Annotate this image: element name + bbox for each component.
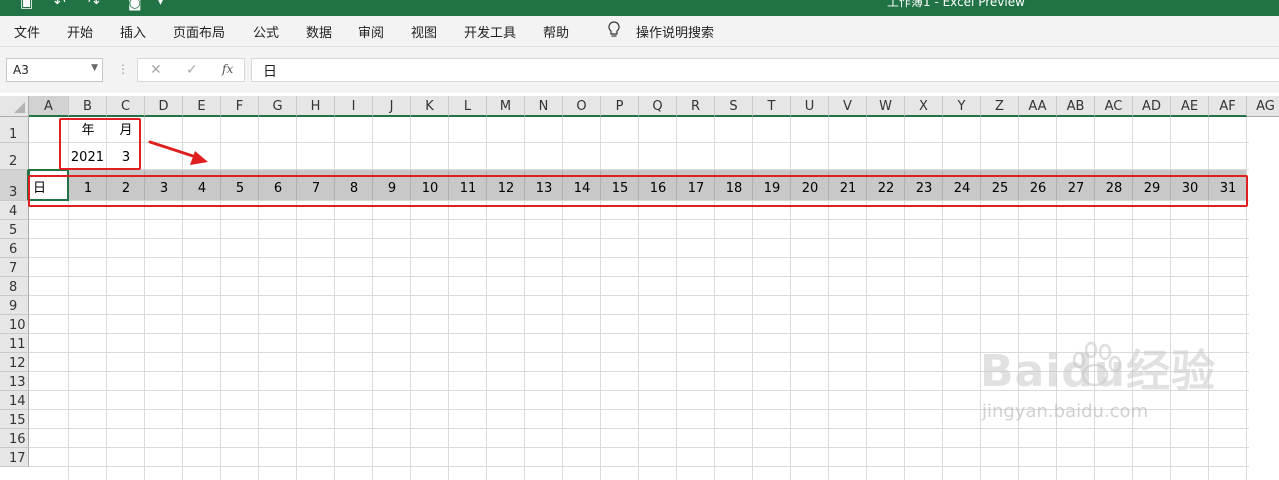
customize-qat-icon[interactable]: ▾: [158, 0, 163, 8]
tab-insert[interactable]: 插入: [120, 22, 146, 41]
highlight-days-row-box: [28, 175, 1248, 207]
row-header-1[interactable]: 1: [0, 117, 29, 143]
column-header-g[interactable]: G: [259, 96, 297, 117]
select-all-button[interactable]: [0, 96, 29, 117]
row-header-4[interactable]: 4: [0, 201, 29, 220]
row-header-9[interactable]: 9: [0, 296, 29, 315]
column-header-aa[interactable]: AA: [1019, 96, 1057, 117]
column-header-r[interactable]: R: [677, 96, 715, 117]
row-header-11[interactable]: 11: [0, 334, 29, 353]
gridline-horizontal: [29, 295, 1249, 296]
row-header-12[interactable]: 12: [0, 353, 29, 372]
formula-buttons: ✕ ✓ fx: [137, 58, 245, 82]
column-header-n[interactable]: N: [525, 96, 563, 117]
ribbon-tabs: 文件 开始 插入 页面布局 公式 数据 审阅 视图 开发工具 帮助 操作说明搜索: [0, 16, 1279, 47]
gridline-horizontal: [29, 219, 1249, 220]
tab-developer[interactable]: 开发工具: [464, 22, 516, 41]
watermark-url: jingyan.baidu.com: [982, 401, 1149, 422]
chevron-down-icon[interactable]: ▼: [91, 63, 98, 73]
column-header-t[interactable]: T: [753, 96, 791, 117]
column-header-o[interactable]: O: [563, 96, 601, 117]
column-header-u[interactable]: U: [791, 96, 829, 117]
column-header-x[interactable]: X: [905, 96, 943, 117]
column-header-b[interactable]: B: [69, 96, 107, 117]
undo-icon[interactable]: ↶: [54, 0, 66, 11]
red-arrow-icon: [148, 140, 208, 165]
paw-icon: [1072, 341, 1122, 387]
tab-help[interactable]: 帮助: [543, 22, 569, 41]
gridline-horizontal: [29, 314, 1249, 315]
tab-data[interactable]: 数据: [306, 22, 332, 41]
column-header-j[interactable]: J: [373, 96, 411, 117]
column-header-z[interactable]: Z: [981, 96, 1019, 117]
tab-view[interactable]: 视图: [411, 22, 437, 41]
column-header-ae[interactable]: AE: [1171, 96, 1209, 117]
formula-input[interactable]: 日: [251, 58, 1279, 82]
row-header-2[interactable]: 2: [0, 143, 29, 170]
column-header-m[interactable]: M: [487, 96, 525, 117]
tab-home[interactable]: 开始: [67, 22, 93, 41]
select-all-icon: [14, 102, 25, 113]
column-header-l[interactable]: L: [449, 96, 487, 117]
tab-file[interactable]: 文件: [14, 22, 40, 41]
name-box[interactable]: A3 ▼: [6, 58, 103, 82]
tab-formulas[interactable]: 公式: [253, 22, 279, 41]
window-title: 工作簿1 - Excel Preview: [887, 0, 1025, 9]
row-header-13[interactable]: 13: [0, 372, 29, 391]
row-header-7[interactable]: 7: [0, 258, 29, 277]
name-box-value: A3: [13, 63, 29, 77]
row-header-3[interactable]: 3: [0, 170, 29, 201]
column-header-ab[interactable]: AB: [1057, 96, 1095, 117]
column-header-f[interactable]: F: [221, 96, 259, 117]
column-header-ac[interactable]: AC: [1095, 96, 1133, 117]
column-header-h[interactable]: H: [297, 96, 335, 117]
column-header-e[interactable]: E: [183, 96, 221, 117]
gridline-horizontal: [29, 333, 1249, 334]
column-header-ag[interactable]: AG: [1247, 96, 1279, 117]
enter-icon[interactable]: ✓: [186, 62, 198, 78]
column-header-d[interactable]: D: [145, 96, 183, 117]
highlight-year-month-box: [59, 118, 141, 170]
camera-icon[interactable]: ◙: [128, 0, 142, 11]
row-header-14[interactable]: 14: [0, 391, 29, 410]
tell-me-search[interactable]: 操作说明搜索: [636, 22, 714, 41]
gridline-horizontal: [29, 142, 1249, 143]
lightbulb-icon: [607, 21, 621, 43]
gridline-horizontal: [29, 257, 1249, 258]
column-header-p[interactable]: P: [601, 96, 639, 117]
column-header-w[interactable]: W: [867, 96, 905, 117]
column-header-q[interactable]: Q: [639, 96, 677, 117]
row-header-5[interactable]: 5: [0, 220, 29, 239]
gridline-horizontal: [29, 466, 1249, 467]
row-header-10[interactable]: 10: [0, 315, 29, 334]
column-header-c[interactable]: C: [107, 96, 145, 117]
column-header-v[interactable]: V: [829, 96, 867, 117]
gridline-horizontal: [29, 447, 1249, 448]
gridline-horizontal: [29, 428, 1249, 429]
row-header-17[interactable]: 17: [0, 448, 29, 467]
column-header-i[interactable]: I: [335, 96, 373, 117]
row-header-8[interactable]: 8: [0, 277, 29, 296]
insert-function-icon[interactable]: fx: [222, 62, 233, 76]
column-header-y[interactable]: Y: [943, 96, 981, 117]
tab-review[interactable]: 审阅: [358, 22, 384, 41]
column-header-ad[interactable]: AD: [1133, 96, 1171, 117]
formula-value: 日: [263, 64, 277, 80]
column-header-k[interactable]: K: [411, 96, 449, 117]
formula-bar-area: A3 ▼ ⋮ ✕ ✓ fx 日: [0, 47, 1279, 93]
column-header-s[interactable]: S: [715, 96, 753, 117]
save-icon[interactable]: ▣: [20, 0, 33, 11]
drag-handle-icon[interactable]: ⋮: [117, 62, 129, 76]
redo-icon[interactable]: ↷: [88, 0, 100, 11]
row-header-6[interactable]: 6: [0, 239, 29, 258]
column-header-a[interactable]: A: [29, 96, 69, 117]
cancel-icon[interactable]: ✕: [150, 62, 162, 78]
title-bar: ▣ ↶ ↷ ◙ ▾ 工作簿1 - Excel Preview: [0, 0, 1279, 16]
row-header-16[interactable]: 16: [0, 429, 29, 448]
column-header-af[interactable]: AF: [1209, 96, 1247, 117]
row-header-15[interactable]: 15: [0, 410, 29, 429]
tab-page-layout[interactable]: 页面布局: [173, 22, 225, 41]
gridline-horizontal: [29, 276, 1249, 277]
gridline-horizontal: [29, 238, 1249, 239]
